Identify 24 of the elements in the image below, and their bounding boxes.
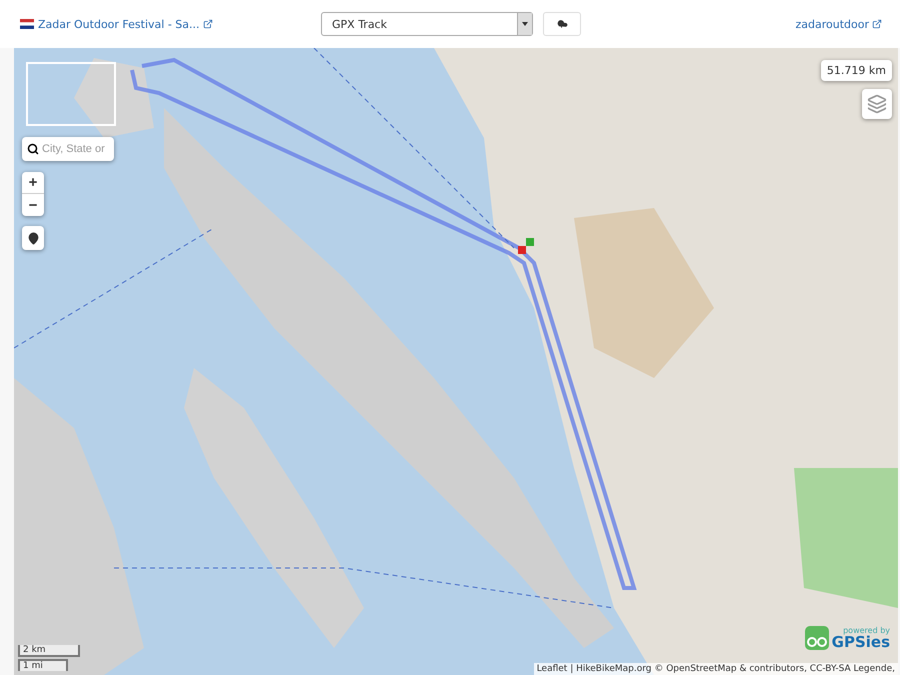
cyclist-icon — [804, 625, 830, 651]
cloud-download-icon — [556, 18, 568, 30]
track-select[interactable]: GPX Track — [321, 12, 533, 36]
map-attribution: Leaflet | HikeBikeMap.org © OpenStreetMap & contributors, CC-BY-SA Legende, — [534, 663, 898, 675]
place-search-field[interactable]: City, State or — [22, 137, 114, 161]
brand-logo-text: GPSies — [832, 634, 890, 650]
scale-bar: 1 mi — [18, 659, 68, 671]
zoom-out-button[interactable]: − — [22, 194, 44, 216]
zoom-in-button[interactable]: + — [22, 172, 44, 194]
external-link-icon — [872, 19, 882, 29]
locate-button[interactable] — [22, 226, 44, 250]
user-link[interactable]: zadaroutdoor — [796, 18, 882, 30]
external-link-icon — [202, 19, 212, 29]
layers-icon — [867, 94, 887, 114]
flag-icon — [20, 19, 34, 29]
caret-icon — [522, 22, 528, 26]
map-pin-icon — [26, 232, 40, 244]
scale-bar: 2 km — [18, 645, 80, 657]
distance-label: 51.719 km — [820, 60, 892, 81]
festival-link[interactable]: Zadar Outdoor Festival - Sa... — [38, 18, 212, 30]
search-icon — [27, 143, 39, 155]
download-button[interactable] — [543, 12, 581, 36]
layers-button[interactable] — [862, 89, 892, 119]
powered-by-text: powered by — [843, 626, 890, 634]
